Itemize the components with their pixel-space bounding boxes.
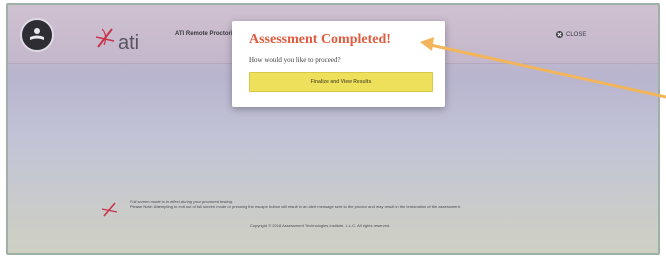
close-icon (556, 31, 563, 38)
exam-title: ATI Remote Proctoring (175, 31, 240, 37)
reading-person-icon (20, 18, 54, 52)
assessment-complete-modal: Assessment Completed! How would you like… (232, 21, 445, 107)
ati-logo-text: ati (118, 32, 140, 54)
modal-title: Assessment Completed! (249, 32, 391, 47)
close-label: CLOSE (566, 31, 587, 38)
ati-logo: ati (94, 23, 164, 55)
ati-footer-pen-icon (101, 200, 123, 223)
fullscreen-notice: Full screen mode is in effect during you… (130, 199, 590, 209)
copyright: Copyright © 2018 Assessment Technologies… (250, 223, 391, 228)
modal-subtitle: How would you like to proceed? (249, 56, 341, 64)
notice-line-2: Please Note: Attempting to exit out of f… (130, 204, 461, 209)
close-button[interactable]: CLOSE (556, 31, 586, 38)
finalize-view-results-button[interactable]: Finalize and View Results (249, 72, 433, 92)
